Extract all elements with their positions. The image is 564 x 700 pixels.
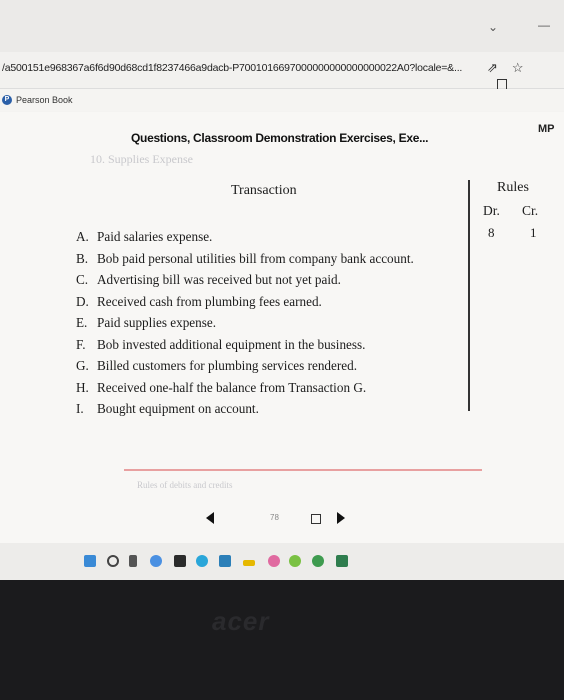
list-item: D. Received cash from plumbing fees earne… <box>76 293 322 309</box>
edge-icon[interactable] <box>150 555 162 567</box>
list-item: H. Received one-half the balance from Tra… <box>76 379 367 395</box>
address-bar-actions: ⇗ ☆ <box>487 60 564 91</box>
acer-logo: acer <box>212 606 270 636</box>
folder-icon[interactable] <box>243 560 255 566</box>
section-divider <box>124 469 482 471</box>
search-icon[interactable] <box>107 555 119 567</box>
next-page-icon[interactable] <box>337 512 345 524</box>
photos-icon[interactable] <box>268 555 280 567</box>
pearson-logo-icon: P <box>2 95 12 105</box>
list-item: G. Billed customers for plumbing services… <box>76 358 358 373</box>
bookmarks-bar <box>0 89 564 111</box>
bookmark-page-icon[interactable] <box>311 514 321 524</box>
header-transaction: Transaction <box>231 183 297 198</box>
star-icon[interactable]: ☆ <box>512 60 524 75</box>
spotify-icon[interactable] <box>289 555 301 567</box>
page-number: 78 <box>270 513 279 522</box>
header-dr: Dr. <box>483 203 500 218</box>
document-title: Questions, Classroom Demonstration Exerc… <box>131 131 429 145</box>
previous-page-icon[interactable] <box>206 512 214 524</box>
task-view-icon[interactable] <box>129 555 137 567</box>
url-text[interactable]: /a500151e968367a6f6d90d68cd1f8237466a9da… <box>2 62 462 74</box>
faded-heading: 10. Supplies Expense <box>90 152 193 166</box>
file-explorer-icon[interactable] <box>219 555 231 567</box>
window-title-bar <box>0 0 564 52</box>
list-item: B. Bob paid personal utilities bill from … <box>76 250 414 266</box>
header-cr: Cr. <box>522 203 539 218</box>
dr-rule-value: 8 <box>488 225 495 240</box>
bookmark-pearson-book[interactable]: Pearson Book <box>16 95 73 105</box>
laptop-screen: ⌄ — /a500151e968367a6f6d90d68cd1f8237466… <box>0 0 564 580</box>
share-icon[interactable]: ⇗ <box>487 60 498 75</box>
list-item: F. Bob invested additional equipment in t… <box>76 336 366 352</box>
laptop-bezel <box>0 580 564 700</box>
browser-icon[interactable] <box>196 555 208 567</box>
chrome-icon[interactable] <box>312 555 324 567</box>
dropbox-icon[interactable] <box>174 555 186 567</box>
list-item: I. Bought equipment on account. <box>76 401 259 416</box>
start-icon[interactable] <box>84 555 96 567</box>
list-item: E. Paid supplies expense. <box>76 315 217 330</box>
list-item: C. Advertising bill was received but not … <box>76 272 341 287</box>
app-icon[interactable] <box>336 555 348 567</box>
faded-footer-text: Rules of debits and credits <box>137 480 233 490</box>
transaction-list: A. Paid salaries expense. B. Bob paid pers… <box>76 226 414 420</box>
cr-rule-value: 1 <box>530 225 537 240</box>
list-item: A. Paid salaries expense. <box>76 229 213 244</box>
mp-label: MP <box>538 123 555 135</box>
minimize-icon[interactable]: — <box>538 18 550 32</box>
chevron-down-icon[interactable]: ⌄ <box>488 20 498 34</box>
column-divider <box>468 180 470 411</box>
header-rules: Rules <box>497 180 529 195</box>
